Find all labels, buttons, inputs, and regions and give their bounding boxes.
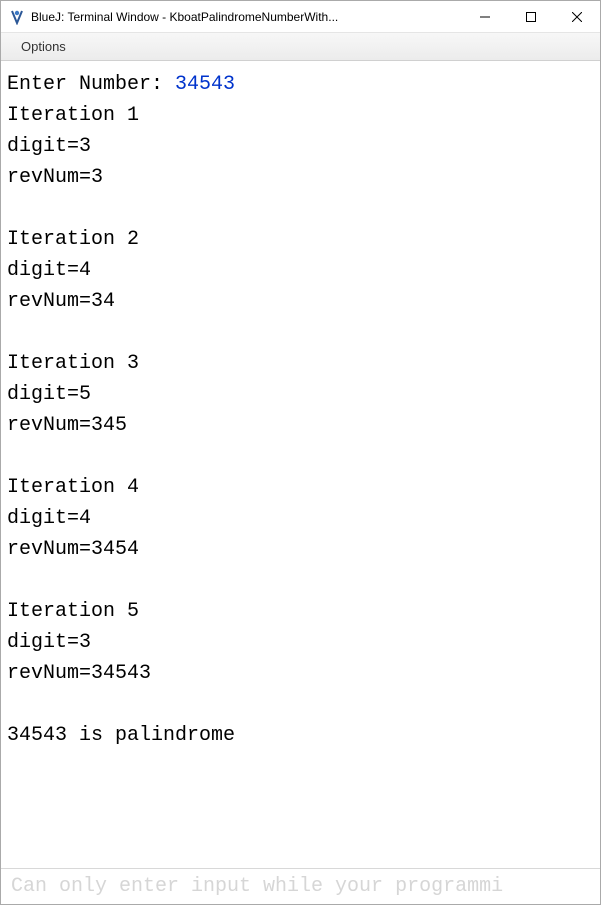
terminal-lines: Iteration 1 digit=3 revNum=3 Iteration 2… [7,104,235,747]
terminal-user-input: 34543 [175,73,235,96]
window-controls [462,1,600,32]
terminal-output[interactable]: Enter Number: 34543 Iteration 1 digit=3 … [1,61,600,868]
bluej-icon [9,9,25,25]
terminal-prompt: Enter Number: [7,73,175,96]
close-button[interactable] [554,1,600,32]
minimize-button[interactable] [462,1,508,32]
terminal-input-field[interactable]: Can only enter input while your programm… [1,868,600,904]
menu-options[interactable]: Options [13,35,74,58]
input-placeholder: Can only enter input while your programm… [11,875,503,898]
maximize-button[interactable] [508,1,554,32]
menubar: Options [1,33,600,61]
titlebar: BlueJ: Terminal Window - KboatPalindrome… [1,1,600,33]
window-title: BlueJ: Terminal Window - KboatPalindrome… [31,10,338,24]
